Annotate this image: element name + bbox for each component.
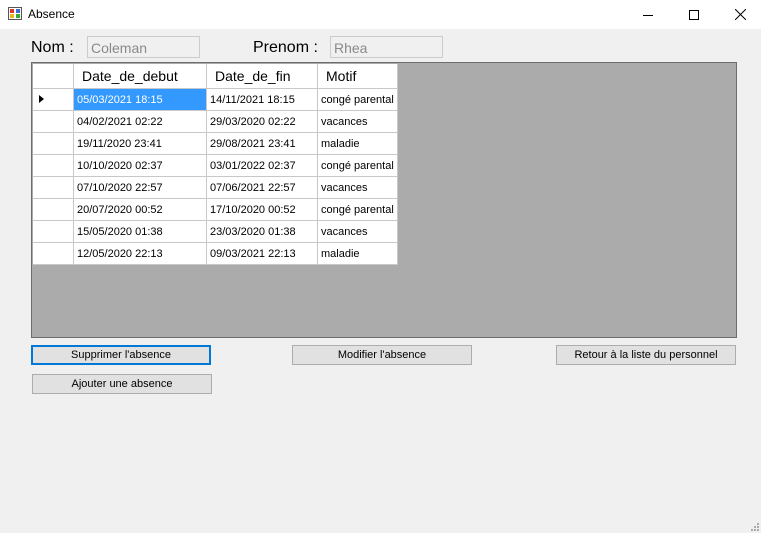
date-fin-cell[interactable]: 03/01/2022 02:37	[206, 154, 318, 177]
table-row[interactable]: 04/02/2021 02:22 29/03/2020 02:22 vacances	[33, 110, 398, 133]
table-row[interactable]: 10/10/2020 02:37 03/01/2022 02:37 congé pa…	[33, 154, 398, 177]
date-fin-cell[interactable]: 29/08/2021 23:41	[206, 132, 318, 155]
date-debut-cell[interactable]: 10/10/2020 02:37	[73, 154, 207, 177]
row-header[interactable]	[33, 242, 74, 265]
motif-cell[interactable]: congé parental	[317, 88, 398, 111]
motif-cell[interactable]: vacances	[317, 176, 398, 199]
close-button[interactable]	[717, 0, 761, 29]
current-row-arrow-icon	[39, 95, 44, 103]
resize-grip-icon[interactable]	[750, 522, 759, 531]
window-title: Absence	[28, 7, 75, 21]
header-row: Date_de_debut Date_de_fin Motif	[33, 64, 398, 89]
table-row[interactable]: 05/03/2021 18:15 14/11/2021 18:15 congé pa…	[33, 88, 398, 111]
row-header[interactable]	[33, 88, 74, 111]
motif-cell[interactable]: vacances	[317, 110, 398, 133]
motif-cell[interactable]: vacances	[317, 220, 398, 243]
maximize-button[interactable]	[671, 0, 717, 29]
motif-cell[interactable]: maladie	[317, 242, 398, 265]
table-row[interactable]: 07/10/2020 22:57 07/06/2021 22:57 vacances	[33, 176, 398, 199]
table-row[interactable]: 20/07/2020 00:52 17/10/2020 00:52 congé pa…	[33, 198, 398, 221]
date-debut-cell[interactable]: 05/03/2021 18:15	[73, 88, 207, 111]
column-header-date-fin[interactable]: Date_de_fin	[206, 64, 318, 89]
motif-cell[interactable]: maladie	[317, 132, 398, 155]
title-bar: Absence	[0, 0, 761, 29]
close-icon	[734, 9, 746, 20]
motif-cell[interactable]: congé parental	[317, 198, 398, 221]
prenom-field[interactable]: Rhea	[330, 36, 443, 58]
absence-grid[interactable]: Date_de_debut Date_de_fin Motif 05/03/20…	[31, 62, 737, 338]
date-debut-cell[interactable]: 20/07/2020 00:52	[73, 198, 207, 221]
date-debut-cell[interactable]: 19/11/2020 23:41	[73, 132, 207, 155]
table-row[interactable]: 19/11/2020 23:41 29/08/2021 23:41 maladie	[33, 132, 398, 155]
minimize-button[interactable]	[625, 0, 671, 29]
date-fin-cell[interactable]: 23/03/2020 01:38	[206, 220, 318, 243]
table-row[interactable]: 15/05/2020 01:38 23/03/2020 01:38 vacances	[33, 220, 398, 243]
date-debut-cell[interactable]: 15/05/2020 01:38	[73, 220, 207, 243]
absence-table: Date_de_debut Date_de_fin Motif 05/03/20…	[33, 64, 398, 265]
ajouter-absence-button[interactable]: Ajouter une absence	[32, 374, 212, 394]
table-row[interactable]: 12/05/2020 22:13 09/03/2021 22:13 maladie	[33, 242, 398, 265]
nom-label: Nom :	[31, 39, 74, 56]
row-header[interactable]	[33, 110, 74, 133]
prenom-label: Prenom :	[253, 39, 318, 56]
retour-liste-personnel-button[interactable]: Retour à la liste du personnel	[556, 345, 736, 365]
date-debut-cell[interactable]: 04/02/2021 02:22	[73, 110, 207, 133]
modifier-absence-button[interactable]: Modifier l'absence	[292, 345, 472, 365]
row-header[interactable]	[33, 198, 74, 221]
row-header-corner	[33, 64, 74, 89]
column-header-motif[interactable]: Motif	[317, 64, 398, 89]
maximize-icon	[689, 9, 699, 20]
date-fin-cell[interactable]: 14/11/2021 18:15	[206, 88, 318, 111]
date-fin-cell[interactable]: 09/03/2021 22:13	[206, 242, 318, 265]
date-fin-cell[interactable]: 07/06/2021 22:57	[206, 176, 318, 199]
row-header[interactable]	[33, 176, 74, 199]
row-header[interactable]	[33, 132, 74, 155]
row-header[interactable]	[33, 154, 74, 177]
minimize-icon	[643, 14, 653, 16]
date-debut-cell[interactable]: 07/10/2020 22:57	[73, 176, 207, 199]
supprimer-absence-button[interactable]: Supprimer l'absence	[31, 345, 211, 365]
date-debut-cell[interactable]: 12/05/2020 22:13	[73, 242, 207, 265]
motif-cell[interactable]: congé parental	[317, 154, 398, 177]
date-fin-cell[interactable]: 29/03/2020 02:22	[206, 110, 318, 133]
date-fin-cell[interactable]: 17/10/2020 00:52	[206, 198, 318, 221]
column-header-date-debut[interactable]: Date_de_debut	[73, 64, 207, 89]
nom-field[interactable]: Coleman	[87, 36, 200, 58]
app-form-icon	[8, 7, 22, 20]
row-header[interactable]	[33, 220, 74, 243]
